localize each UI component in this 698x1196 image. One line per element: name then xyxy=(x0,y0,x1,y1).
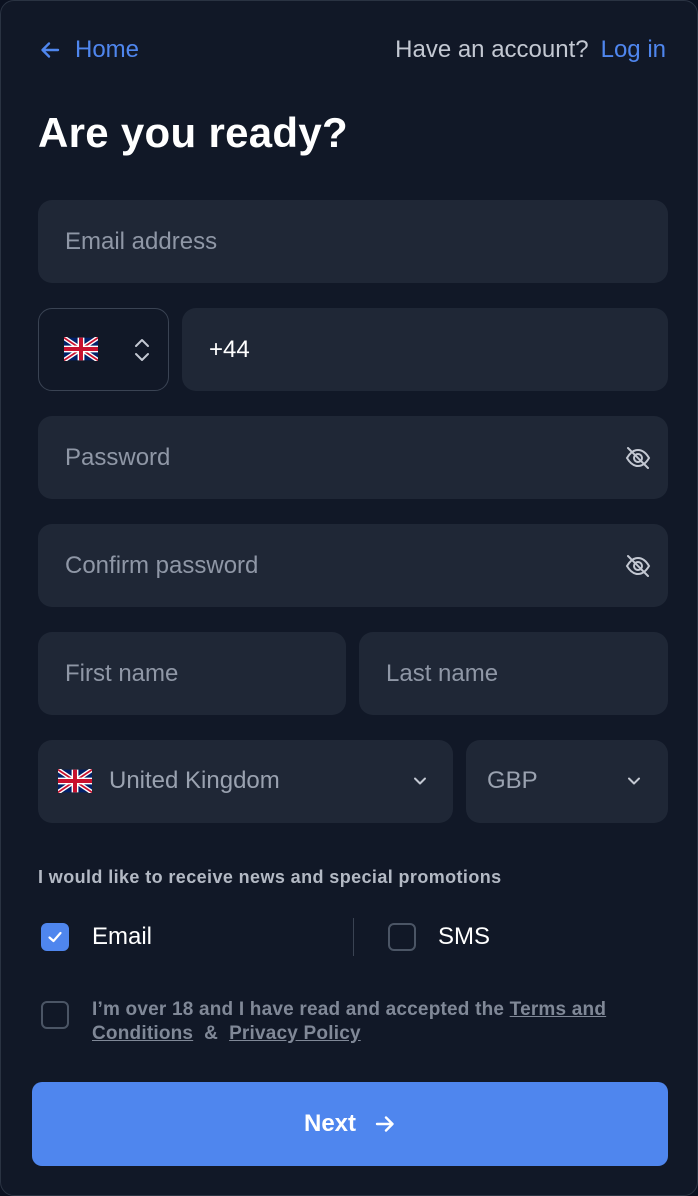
email-field[interactable] xyxy=(38,200,668,283)
promo-divider xyxy=(353,918,354,956)
confirm-password-field[interactable] xyxy=(38,524,668,607)
terms-amp: & xyxy=(204,1023,219,1044)
home-link[interactable]: Home xyxy=(39,33,139,67)
uk-flag-icon xyxy=(62,335,100,366)
sms-promo-checkbox[interactable] xyxy=(388,923,416,951)
email-promo-label: Email xyxy=(92,923,153,950)
first-name-field[interactable] xyxy=(38,632,346,715)
country-select[interactable]: United Kingdom xyxy=(38,740,453,823)
sms-promo-option[interactable]: SMS xyxy=(388,923,490,951)
page-title: Are you ready? xyxy=(38,109,348,156)
arrow-right-icon xyxy=(374,1113,396,1135)
password-field-container xyxy=(38,416,668,499)
phone-field-container xyxy=(182,308,668,391)
uk-flag-icon xyxy=(56,767,94,798)
phone-country-select[interactable] xyxy=(38,308,169,391)
phone-field[interactable] xyxy=(182,308,668,391)
chevron-updown-icon xyxy=(132,336,152,369)
terms-prefix: I’m over 18 and I have read and accepted… xyxy=(92,999,505,1020)
signup-panel: Home Have an account? Log in Are you rea… xyxy=(0,0,698,1196)
first-name-field-container xyxy=(38,632,346,715)
next-button[interactable]: Next xyxy=(32,1082,668,1166)
home-link-label: Home xyxy=(75,36,140,63)
sms-promo-label: SMS xyxy=(438,923,491,950)
last-name-field[interactable] xyxy=(359,632,668,715)
chevron-down-icon xyxy=(411,772,429,795)
check-icon xyxy=(48,931,62,943)
have-account-text: Have an account? xyxy=(395,36,589,63)
terms-checkbox[interactable] xyxy=(41,1001,69,1029)
password-field[interactable] xyxy=(38,416,668,499)
currency-select[interactable]: GBP xyxy=(466,740,668,823)
terms-text: I’m over 18 and I have read and accepted… xyxy=(92,998,662,1046)
email-field-container xyxy=(38,200,668,283)
country-select-value: United Kingdom xyxy=(109,767,280,794)
arrow-left-icon xyxy=(39,39,61,61)
currency-select-value: GBP xyxy=(487,767,538,794)
eye-off-icon[interactable] xyxy=(624,552,652,585)
chevron-down-icon xyxy=(625,772,643,795)
eye-off-icon[interactable] xyxy=(624,444,652,477)
confirm-password-field-container xyxy=(38,524,668,607)
next-button-label: Next xyxy=(303,1110,357,1137)
last-name-field-container xyxy=(359,632,668,715)
login-prompt: Have an account? Log in xyxy=(395,33,666,67)
email-promo-option[interactable]: Email xyxy=(41,923,152,951)
privacy-link[interactable]: Privacy Policy xyxy=(229,1023,361,1044)
login-link[interactable]: Log in xyxy=(601,36,666,64)
promotions-heading: I would like to receive news and special… xyxy=(38,867,502,887)
email-promo-checkbox[interactable] xyxy=(41,923,69,951)
